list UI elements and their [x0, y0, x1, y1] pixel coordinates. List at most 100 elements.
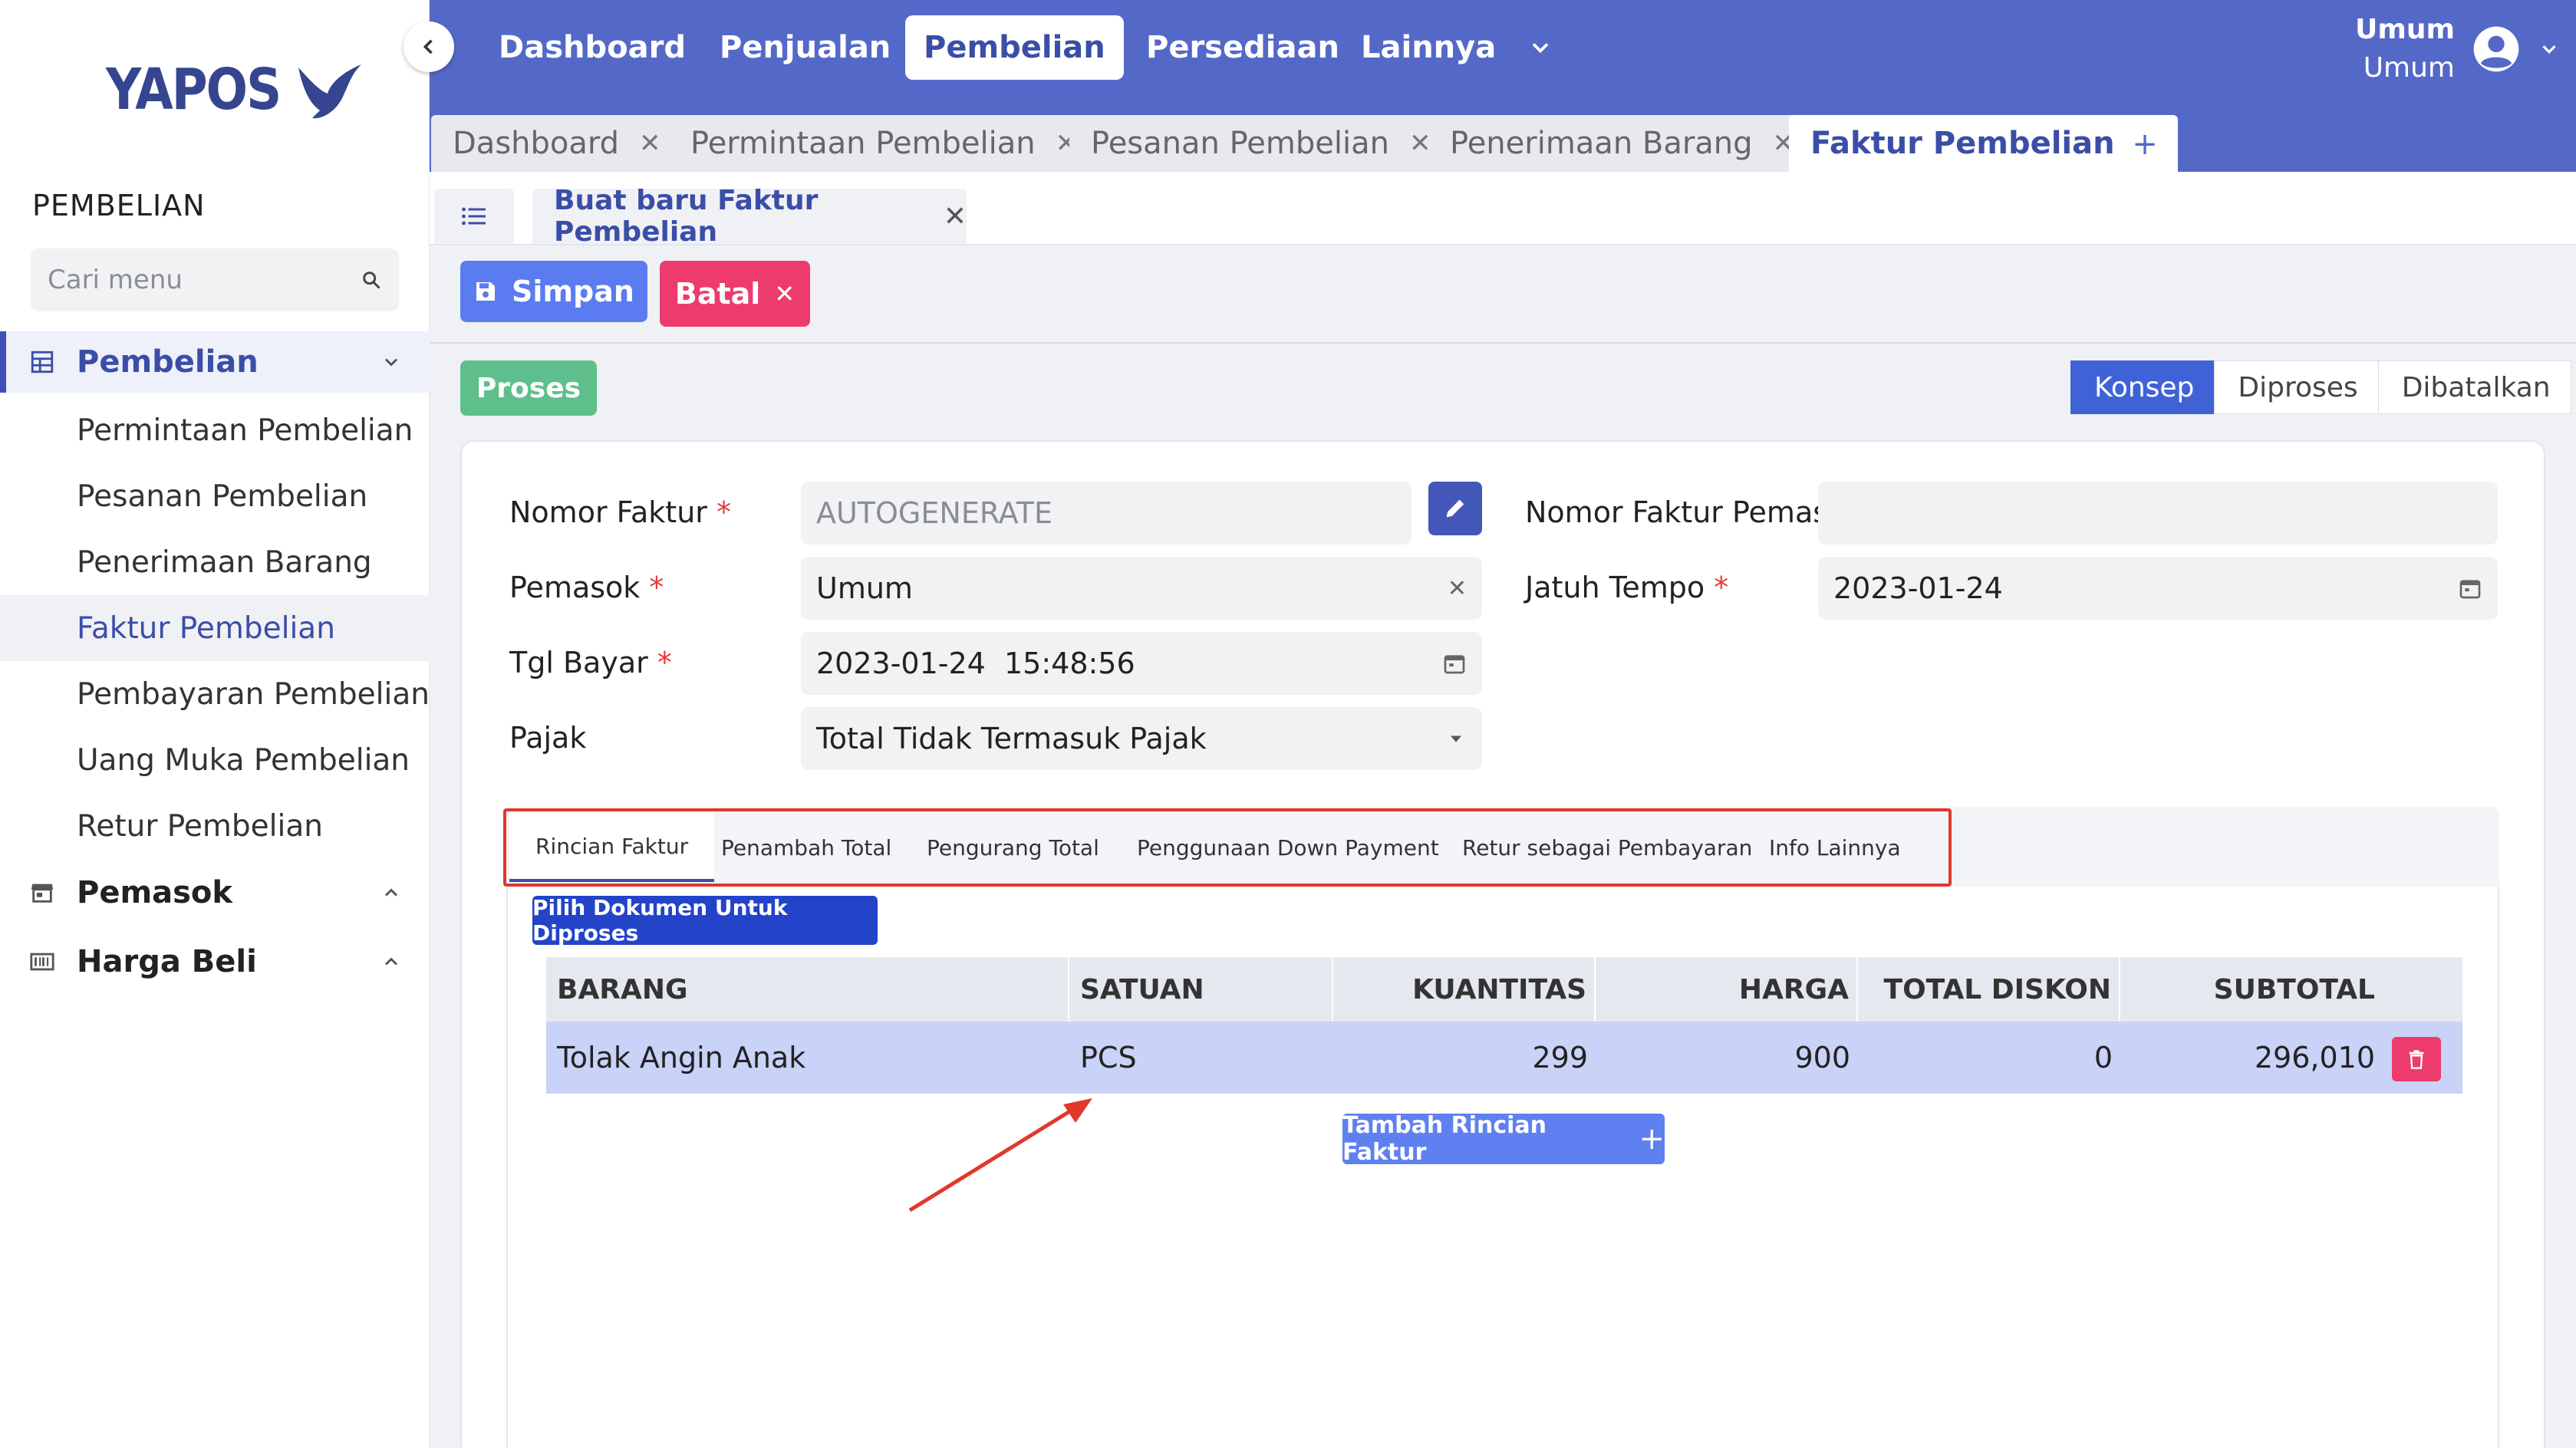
caret-down-icon: [1451, 736, 1461, 742]
page-tab-penerimaan-barang[interactable]: Penerimaan Barang ✕: [1428, 115, 1817, 172]
section-title: PEMBELIAN: [32, 189, 206, 222]
page-tab-permintaan-pembelian[interactable]: Permintaan Pembelian ✕: [669, 115, 1099, 172]
menu-search-input[interactable]: Cari menu: [31, 248, 399, 311]
tgl-bayar-input[interactable]: 2023-01-24 15:48:56: [801, 632, 1482, 695]
label-text: Jatuh Tempo: [1525, 571, 1705, 604]
required-mark: *: [716, 495, 732, 529]
tab-label: Pesanan Pembelian: [1091, 126, 1389, 161]
sidebar-group-label: Harga Beli: [77, 944, 257, 979]
pajak-select[interactable]: Total Tidak Termasuk Pajak: [801, 707, 1482, 770]
close-icon: ✕: [774, 279, 796, 308]
sidebar-item-penerimaan-barang[interactable]: Penerimaan Barang: [0, 529, 430, 595]
status-steps: Konsep Diproses Dibatalkan: [2070, 360, 2571, 414]
annotation-highlight-box: [503, 808, 1952, 887]
annotation-arrow: [908, 1098, 1092, 1213]
column-header-subtotal: SUBTOTAL: [2213, 973, 2375, 1005]
pajak-label: Pajak: [509, 721, 587, 755]
label-text: Pemasok: [509, 571, 641, 604]
nav-persediaan[interactable]: Persediaan: [1128, 15, 1358, 80]
list-view-button[interactable]: [434, 189, 514, 244]
process-button[interactable]: Proses: [460, 360, 597, 416]
nomor-faktur-input[interactable]: AUTOGENERATE: [801, 482, 1412, 545]
save-label: Simpan: [512, 275, 634, 308]
sidebar-group-label: Pembelian: [77, 344, 259, 380]
edit-nomor-button[interactable]: [1428, 482, 1482, 535]
pemasok-label: Pemasok *: [509, 571, 664, 604]
sidebar-item-retur-pembelian[interactable]: Retur Pembelian: [0, 793, 430, 859]
chevron-up-icon: [384, 957, 398, 966]
collapse-sidebar-button[interactable]: [404, 21, 454, 72]
page-tab-faktur-pembelian[interactable]: Faktur Pembelian✕: [1789, 115, 2179, 172]
jatuh-tempo-value: 2023-01-24: [1833, 571, 2003, 605]
label-text: Nomor Faktur: [509, 495, 707, 529]
save-button[interactable]: Simpan: [460, 261, 647, 322]
pemasok-select[interactable]: Umum ✕: [801, 557, 1482, 620]
page-tab-dashboard[interactable]: Dashboard ✕: [431, 115, 683, 172]
nav-dashboard[interactable]: Dashboard: [480, 15, 704, 80]
sidebar-item-faktur-pembelian[interactable]: Faktur Pembelian: [0, 595, 430, 661]
label-text: Tgl Bayar: [509, 646, 648, 680]
sidebar-item-uang-muka-pembelian[interactable]: Uang Muka Pembelian: [0, 727, 430, 793]
add-detail-label: Tambah Rincian Faktur: [1342, 1112, 1547, 1166]
tab-label: Dashboard: [453, 126, 620, 161]
nomor-faktur-label: Nomor Faktur *: [509, 495, 731, 529]
jatuh-tempo-input[interactable]: 2023-01-24: [1818, 557, 2498, 620]
column-header-total-diskon: TOTAL DISKON: [1858, 957, 2120, 1022]
chevron-left-icon: [423, 39, 433, 54]
floppy-icon: [476, 282, 496, 301]
list-icon: [462, 207, 486, 225]
calendar-icon[interactable]: [2458, 576, 2482, 601]
logo: YAPOS: [106, 58, 363, 123]
tab-label: Faktur Pembelian: [1810, 126, 2115, 161]
pick-document-button[interactable]: Pilih Dokumen Untuk Diproses: [532, 895, 878, 946]
nomor-faktur-pemasok-input[interactable]: [1818, 482, 2498, 545]
nomor-faktur-placeholder: AUTOGENERATE: [816, 496, 1052, 530]
status-step-dibatalkan: Dibatalkan: [2377, 360, 2571, 414]
close-icon[interactable]: ✕: [944, 201, 967, 232]
doc-tab-label: Buat baru Faktur Pembelian: [554, 185, 819, 248]
required-mark: *: [649, 571, 664, 604]
sidebar-item-pesanan-pembelian[interactable]: Pesanan Pembelian: [0, 463, 430, 529]
sidebar-item-permintaan-pembelian[interactable]: Permintaan Pembelian: [0, 397, 430, 463]
add-tab-button[interactable]: +: [2126, 126, 2163, 163]
calendar-icon[interactable]: [1442, 651, 1467, 676]
delete-row-button[interactable]: [2392, 1037, 2441, 1081]
divider: [430, 342, 2576, 344]
doc-tab-buat-baru[interactable]: Buat baru Faktur Pembelian ✕: [532, 185, 967, 248]
column-header-harga: HARGA: [1596, 957, 1858, 1022]
cancel-button[interactable]: Batal ✕: [660, 261, 810, 327]
nomor-faktur-pemasok-label: Nomor Faktur Pemasok: [1525, 495, 1863, 529]
column-header-kuantitas: KUANTITAS: [1333, 957, 1596, 1022]
sidebar-group-pembelian[interactable]: Pembelian: [0, 331, 430, 393]
cell-subtotal: 296,010: [2254, 1041, 2375, 1074]
sidebar-item-pembayaran-pembelian[interactable]: Pembayaran Pembelian: [0, 661, 430, 727]
chevron-down-icon: [384, 358, 398, 367]
close-icon[interactable]: ✕: [639, 128, 661, 159]
nav-lainnya[interactable]: Lainnya: [1342, 15, 1514, 80]
add-detail-button[interactable]: Tambah Rincian Faktur +: [1342, 1112, 1665, 1166]
cancel-label: Batal: [674, 277, 761, 311]
search-icon: [363, 272, 380, 289]
tgl-bayar-label: Tgl Bayar *: [509, 646, 672, 680]
page-tab-pesanan-pembelian[interactable]: Pesanan Pembelian ✕: [1069, 115, 1453, 172]
sidebar-group-pemasok[interactable]: Pemasok: [0, 862, 430, 923]
chevron-down-icon: [2542, 45, 2556, 54]
clear-icon[interactable]: ✕: [1448, 575, 1467, 602]
required-mark: *: [657, 646, 672, 680]
column-header-satuan: SATUAN: [1069, 957, 1333, 1022]
nav-more-chevron-icon[interactable]: [1527, 34, 1554, 61]
top-navbar: Dashboard Penjualan Pembelian Persediaan…: [430, 0, 2576, 95]
nav-penjualan[interactable]: Penjualan: [701, 15, 909, 80]
status-step-diproses: Diproses: [2214, 360, 2379, 414]
trash-icon: [2409, 1050, 2424, 1069]
status-step-konsep: Konsep: [2070, 360, 2215, 414]
pemasok-value: Umum: [816, 571, 913, 605]
tgl-bayar-value: 2023-01-24 15:48:56: [816, 647, 1135, 680]
table-icon: [31, 350, 54, 374]
tab-label: Permintaan Pembelian: [690, 126, 1036, 161]
user-menu[interactable]: Umum Umum: [2355, 11, 2561, 87]
pencil-icon: [1446, 499, 1464, 518]
search-placeholder: Cari menu: [48, 265, 183, 295]
sidebar-group-harga-beli[interactable]: Harga Beli: [0, 931, 430, 992]
nav-pembelian[interactable]: Pembelian: [905, 15, 1124, 80]
